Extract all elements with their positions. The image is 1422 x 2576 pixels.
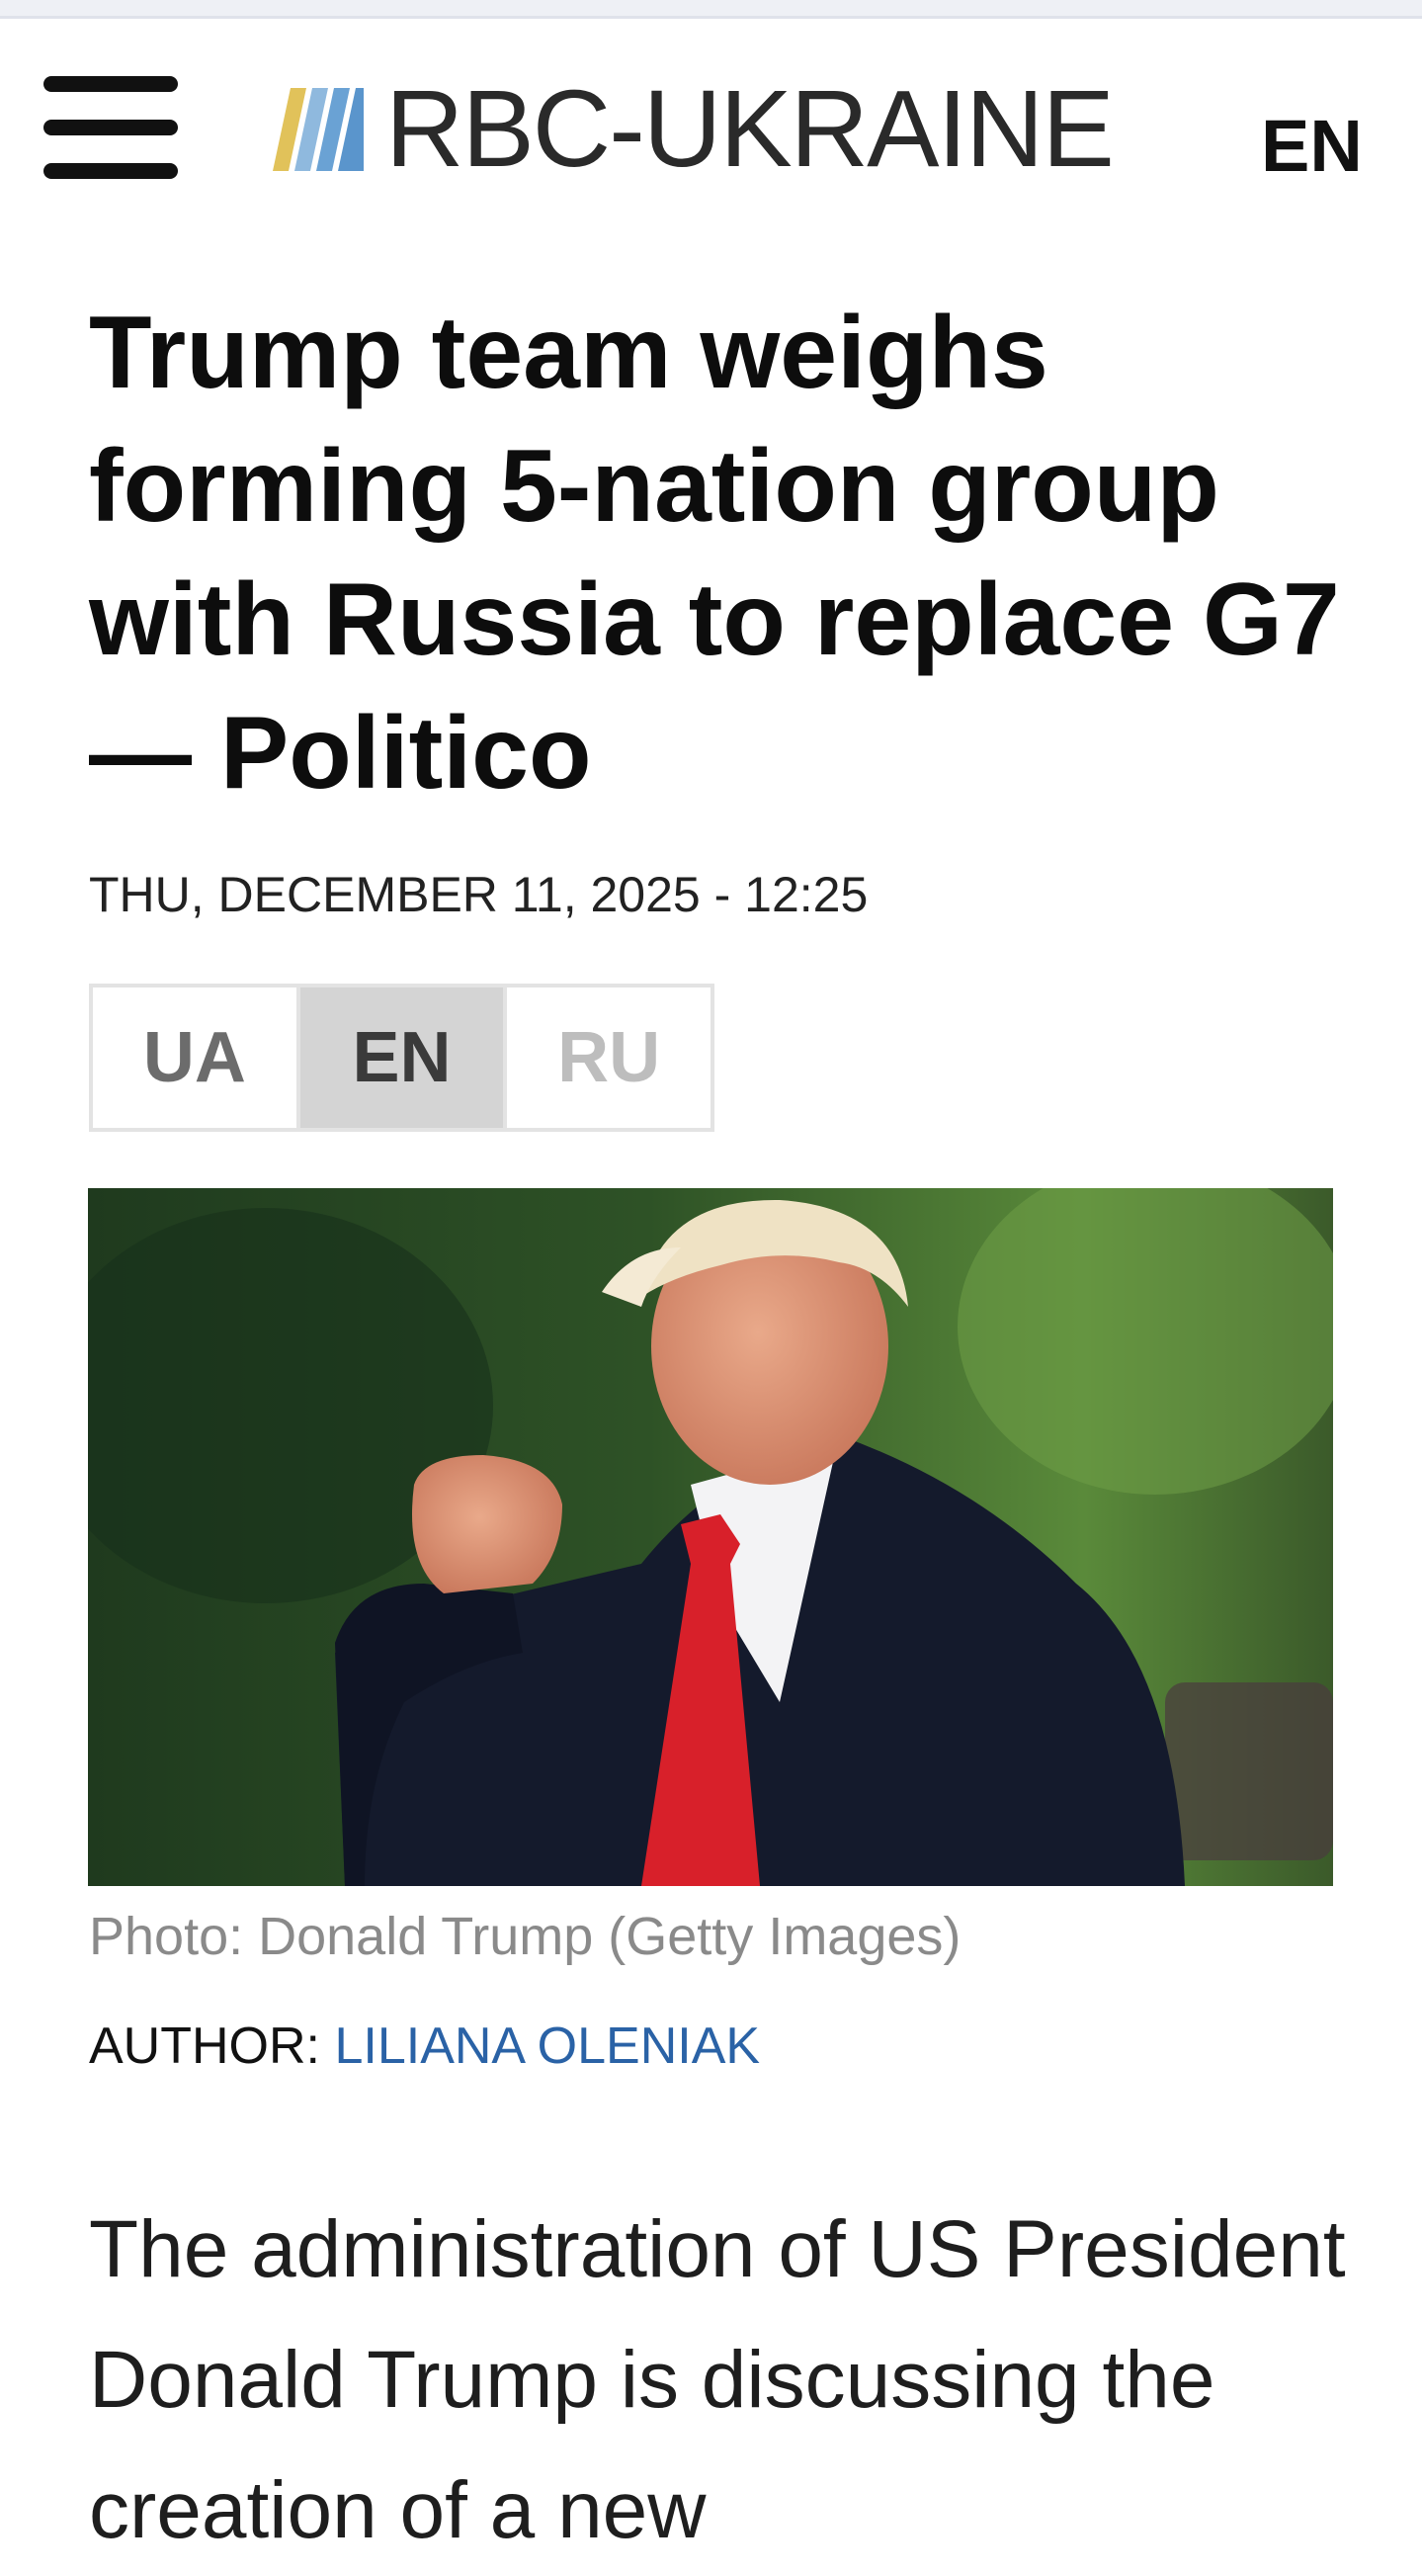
menu-icon[interactable]	[43, 76, 178, 185]
site-header: RBC-UKRAINE EN	[0, 19, 1422, 226]
article-language-switch: UA EN RU	[89, 984, 714, 1132]
article-photo	[88, 1188, 1333, 1886]
article-headline: Trump team weighs forming 5-nation group…	[89, 296, 1340, 811]
lang-option-ru[interactable]: RU	[507, 987, 711, 1128]
site-logo[interactable]: RBC-UKRAINE	[273, 68, 1115, 190]
photo-caption: Photo: Donald Trump (Getty Images)	[89, 1907, 962, 1966]
author-link[interactable]: LILIANA OLENIAK	[334, 2018, 760, 2075]
article-author: AUTHOR: LILIANA OLENIAK	[89, 2017, 760, 2076]
author-label: AUTHOR:	[89, 2018, 335, 2075]
logo-icon	[273, 88, 364, 171]
browser-top-strip	[0, 0, 1422, 19]
lang-option-ua[interactable]: UA	[93, 987, 300, 1128]
language-selector[interactable]: EN	[1261, 104, 1363, 188]
article-date: THU, DECEMBER 11, 2025 - 12:25	[89, 867, 869, 922]
brand-name: RBC-UKRAINE	[385, 68, 1115, 190]
lang-option-en[interactable]: EN	[299, 987, 508, 1128]
article-lead-paragraph: The administration of US President Donal…	[89, 2204, 1346, 2555]
